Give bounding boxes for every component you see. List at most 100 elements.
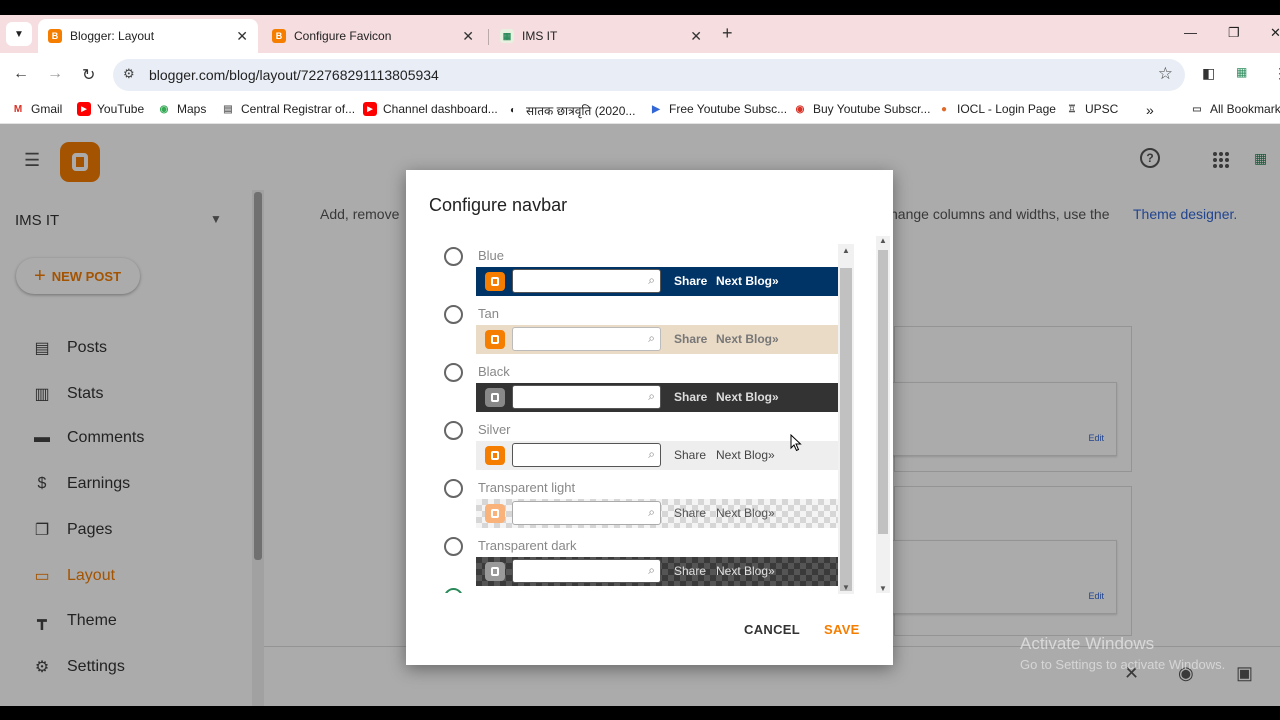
bookmark-maps[interactable]: ◉ Maps (157, 102, 207, 116)
navbar-option-tan[interactable]: Tan ⌕ Share Next Blog» (406, 299, 848, 357)
preview-search-box: ⌕ (512, 327, 661, 351)
blogger-favicon-icon: B (272, 29, 286, 43)
side-panel-icon[interactable]: ◧ (1202, 65, 1215, 82)
option-label: Tan (478, 306, 499, 321)
navbar-option-silver[interactable]: Silver ⌕ Share Next Blog» (406, 415, 848, 473)
ims-favicon-icon: ▦ (500, 29, 514, 43)
bookmark-label: सातक छात्रवृति (2020... (526, 104, 636, 118)
bookmark-star-icon[interactable]: ☆ (1158, 64, 1173, 84)
scroll-down-icon[interactable]: ▼ (879, 584, 887, 593)
preview-next-blog-text: Next Blog» (716, 390, 779, 404)
configure-navbar-dialog: Configure navbar Blue ⌕ Share Next Blog»… (406, 170, 893, 665)
options-outer-scrollbar[interactable]: ▲ ▼ (876, 236, 890, 593)
option-label: Black (478, 364, 510, 379)
options-inner-scrollbar[interactable]: ▲ ▼ (838, 244, 854, 594)
bookmark-channel-dashboard[interactable]: ▶ Channel dashboard... (363, 102, 498, 116)
navbar-option-blue[interactable]: Blue ⌕ Share Next Blog» (406, 241, 848, 299)
radio-button[interactable] (444, 305, 463, 324)
omnibox[interactable]: ⚙ blogger.com/blog/layout/72276829111380… (113, 59, 1185, 91)
restore-icon[interactable]: ❐ (1228, 25, 1240, 41)
upsc-icon: ♖ (1067, 103, 1077, 115)
option-label: Blue (478, 248, 505, 263)
tab-title: Blogger: Layout (70, 29, 155, 43)
tab-search-button[interactable]: ▼ (6, 22, 32, 46)
search-icon: ⌕ (648, 273, 655, 287)
forward-icon[interactable]: → (47, 65, 63, 83)
bookmark-buy-youtube[interactable]: ◉ Buy Youtube Subscr... (793, 102, 931, 116)
navbar-option-transparent-dark[interactable]: Transparent dark ⌕ Share Next Blog» (406, 531, 848, 589)
screen: ▼ B Blogger: Layout ✕ B Configure Favico… (0, 0, 1280, 720)
globe-icon: ◐ (509, 105, 517, 116)
blogger-logo-icon (485, 562, 505, 581)
radio-button[interactable] (444, 247, 463, 266)
bookmark-youtube[interactable]: ▶ YouTube (77, 102, 144, 116)
folder-icon: ▭ (1192, 103, 1202, 115)
navbar-option-black[interactable]: Black ⌕ Share Next Blog» (406, 357, 848, 415)
radio-button[interactable] (444, 421, 463, 440)
bookmark-gmail[interactable]: M Gmail (11, 102, 63, 116)
preview-share-text: Share (674, 390, 708, 404)
preview-next-blog-text: Next Blog» (716, 506, 775, 520)
reload-icon[interactable]: ↻ (82, 65, 95, 85)
save-button[interactable]: SAVE (824, 622, 860, 637)
tab-ims-it[interactable]: ▦ IMS IT ✕ (490, 19, 712, 53)
menu-icon[interactable]: ⋮ (1273, 65, 1280, 82)
youtube-icon: ▶ (363, 102, 377, 116)
bookmark-upsc[interactable]: ♖ UPSC (1065, 102, 1119, 116)
option-label: Transparent dark (478, 538, 577, 553)
navbar-preview: ⌕ Share Next Blog» (476, 383, 838, 412)
cancel-button[interactable]: CANCEL (744, 622, 800, 637)
radio-button[interactable] (444, 479, 463, 498)
scroll-up-icon[interactable]: ▲ (842, 246, 850, 255)
preview-search-box: ⌕ (512, 443, 661, 467)
close-tab-icon[interactable]: ✕ (236, 28, 248, 45)
bookmark-central-registrar[interactable]: ▤ Central Registrar of... (221, 102, 355, 116)
browser-tab-bar: ▼ B Blogger: Layout ✕ B Configure Favico… (0, 15, 1280, 53)
page-icon: ▤ (223, 103, 233, 115)
preview-share-text: Share (674, 506, 707, 520)
bookmark-label: Central Registrar of... (241, 102, 356, 116)
scroll-down-icon[interactable]: ▼ (842, 583, 850, 592)
search-icon: ⌕ (648, 447, 655, 461)
blogger-favicon-icon: B (48, 29, 62, 43)
radio-button[interactable] (444, 363, 463, 382)
navbar-preview: ⌕ Share Next Blog» (476, 267, 838, 296)
extension-icon[interactable]: ▦ (1236, 65, 1247, 79)
new-tab-icon[interactable]: + (722, 23, 733, 44)
tab-blogger-layout[interactable]: B Blogger: Layout ✕ (38, 19, 258, 53)
bookmark-free-youtube[interactable]: ▶ Free Youtube Subsc... (649, 102, 787, 116)
option-label: Silver (478, 422, 511, 437)
bookmark-scholarship[interactable]: ◐ सातक छात्रवृति (2020... (506, 102, 635, 119)
blogger-logo-icon (485, 330, 505, 349)
url-text[interactable]: blogger.com/blog/layout/7227682911138059… (149, 67, 439, 83)
all-bookmarks[interactable]: ▭ All Bookmark (1190, 102, 1280, 116)
bookmark-iocl[interactable]: ● IOCL - Login Page (937, 102, 1056, 116)
more-bookmarks-icon[interactable]: » (1146, 102, 1154, 118)
close-window-icon[interactable]: ✕ (1270, 25, 1280, 41)
preview-next-blog-text: Next Blog» (716, 564, 775, 578)
preview-share-text: Share (674, 274, 708, 288)
navbar-preview: ⌕ Share Next Blog» (476, 441, 838, 470)
site-info-icon[interactable]: ⚙ (123, 66, 135, 82)
close-tab-icon[interactable]: ✕ (462, 28, 474, 45)
preview-search-box: ⌕ (512, 501, 661, 525)
scroll-up-icon[interactable]: ▲ (879, 236, 887, 245)
bookmark-label: YouTube (97, 102, 145, 116)
tab-title: Configure Favicon (294, 29, 392, 43)
bookmark-label: Channel dashboard... (383, 102, 498, 116)
minimize-icon[interactable]: — (1184, 25, 1197, 40)
bookmark-label: UPSC (1085, 102, 1119, 116)
bookmark-label: Free Youtube Subsc... (669, 102, 788, 116)
blogger-logo-icon (485, 504, 505, 523)
navbar-option-transparent-light[interactable]: Transparent light ⌕ Share Next Blog» (406, 473, 848, 531)
tab-configure-favicon[interactable]: B Configure Favicon ✕ (262, 19, 484, 53)
back-icon[interactable]: ← (13, 65, 29, 83)
bookmarks-bar: M Gmail ▶ YouTube ◉ Maps ▤ Central Registrar… (0, 97, 1280, 124)
mouse-cursor-icon (790, 434, 802, 452)
search-icon: ⌕ (648, 331, 655, 345)
close-tab-icon[interactable]: ✕ (690, 28, 702, 45)
preview-next-blog-text: Next Blog» (716, 448, 775, 462)
dialog-title: Configure navbar (429, 195, 568, 215)
option-label: Transparent light (478, 480, 576, 495)
radio-button[interactable] (444, 537, 463, 556)
